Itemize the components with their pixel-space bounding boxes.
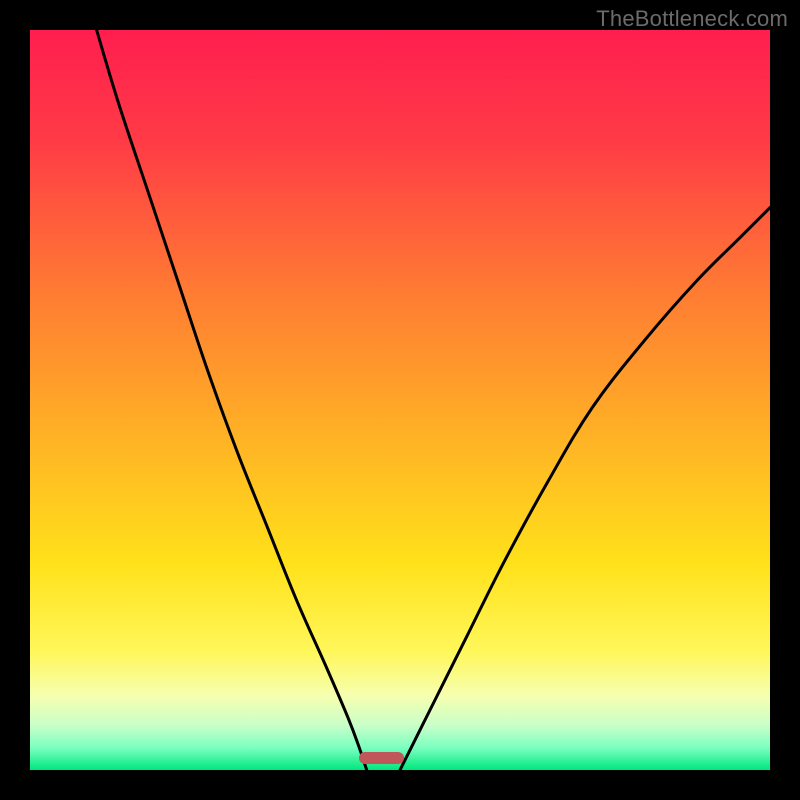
watermark-text: TheBottleneck.com: [596, 6, 788, 32]
left-curve: [97, 30, 367, 770]
right-curve: [400, 208, 770, 770]
curves-layer: [30, 30, 770, 770]
plot-frame: [30, 30, 770, 770]
bottleneck-marker: [359, 752, 403, 764]
